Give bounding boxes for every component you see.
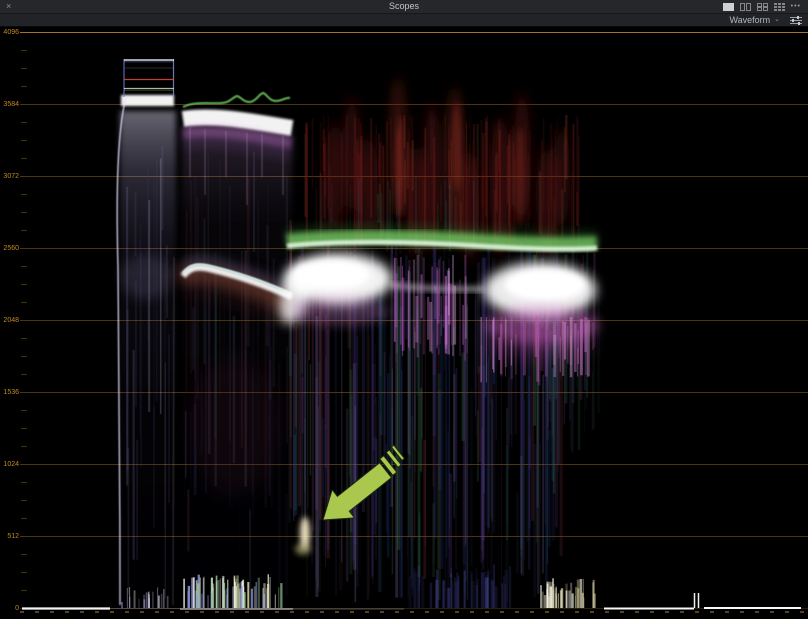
scope-type-dropdown[interactable]: Waveform ⌄ [729, 14, 780, 26]
waveform-scope-display: 40963584307225602048153610245120 [0, 27, 808, 619]
layout-quad-icon[interactable] [757, 3, 768, 11]
scopes-window: × Scopes ••• [0, 0, 808, 619]
scope-toolbar: Waveform ⌄ [0, 14, 808, 27]
scope-type-label: Waveform [729, 14, 770, 26]
titlebar: × Scopes ••• [0, 0, 808, 14]
window-title: Scopes [0, 0, 808, 13]
layout-grid-icon[interactable] [774, 3, 785, 11]
settings-sliders-icon[interactable] [790, 16, 802, 25]
layout-icon-group: ••• [723, 0, 801, 13]
layout-dual-icon[interactable] [740, 3, 751, 11]
waveform-trace-image [0, 27, 808, 619]
chevron-down-icon: ⌄ [774, 15, 780, 25]
layout-single-icon[interactable] [723, 3, 734, 11]
more-options-icon[interactable]: ••• [791, 0, 801, 13]
